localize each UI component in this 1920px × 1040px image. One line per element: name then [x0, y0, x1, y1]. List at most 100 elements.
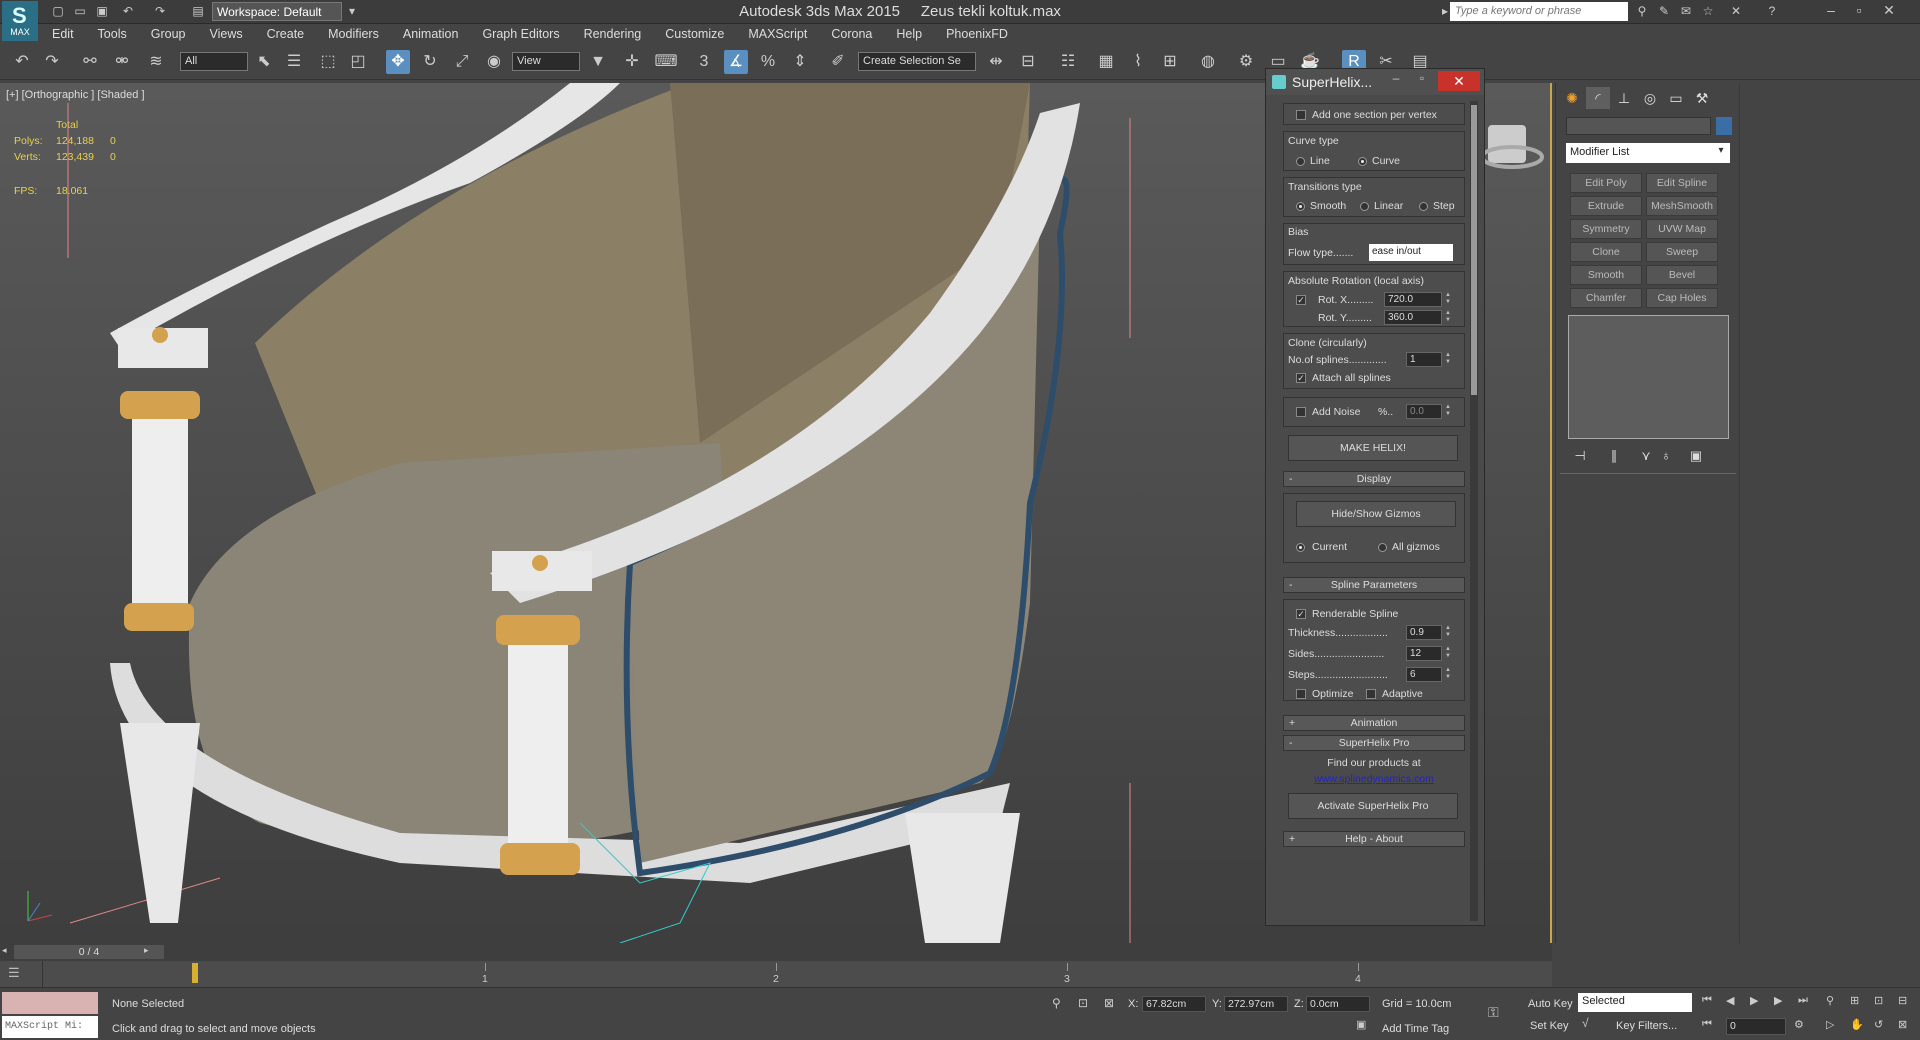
close-window-button[interactable]: ✕: [1876, 0, 1902, 20]
thickness-spinner[interactable]: ▲ ▼: [1444, 625, 1452, 640]
make-unique-icon[interactable]: ⋎: [1636, 448, 1656, 466]
help-search-input[interactable]: Type a keyword or phrase: [1450, 2, 1628, 21]
window-crossing-icon[interactable]: ◰: [346, 50, 370, 74]
key-mode-toggle-icon[interactable]: ⏮: [1702, 1018, 1718, 1034]
isolate-selection-icon[interactable]: ⚲: [1052, 996, 1068, 1012]
steps-input[interactable]: 6: [1406, 667, 1442, 682]
modifier-button-chamfer[interactable]: Chamfer: [1570, 288, 1642, 308]
adaptive-checkbox[interactable]: [1366, 689, 1376, 699]
display-all-radio[interactable]: [1378, 543, 1387, 552]
z-coord-input[interactable]: 0.0cm: [1306, 996, 1370, 1012]
undo-icon[interactable]: ↶: [10, 50, 34, 74]
activate-pro-button[interactable]: Activate SuperHelix Pro: [1288, 793, 1458, 819]
align-icon[interactable]: ⊟: [1016, 50, 1040, 74]
link-icon[interactable]: ⚯: [78, 50, 102, 74]
modifier-button-symmetry[interactable]: Symmetry: [1570, 219, 1642, 239]
modifier-button-uvw-map[interactable]: UVW Map: [1646, 219, 1718, 239]
modifier-button-meshsmooth[interactable]: MeshSmooth: [1646, 196, 1718, 216]
splines-count-spinner[interactable]: ▲ ▼: [1444, 352, 1452, 367]
help-icon[interactable]: ?: [1764, 3, 1780, 19]
superhelix-pro-rollout[interactable]: - SuperHelix Pro: [1283, 735, 1465, 751]
favorites-icon[interactable]: ☆: [1700, 3, 1716, 19]
render-setup-icon[interactable]: ⚙: [1234, 50, 1258, 74]
menu-tools[interactable]: Tools: [86, 24, 139, 44]
auto-key-button[interactable]: Auto Key: [1528, 998, 1573, 1010]
menu-maxscript[interactable]: MAXScript: [736, 24, 819, 44]
zoom-extents-icon[interactable]: ⊡: [1874, 994, 1890, 1010]
time-slider[interactable]: 0 / 4: [14, 945, 164, 959]
maxscript-mini-listener[interactable]: MAXScript Mi:: [2, 1016, 98, 1038]
add-noise-checkbox[interactable]: [1296, 407, 1306, 417]
object-color-swatch[interactable]: [1716, 117, 1732, 135]
graphite-ribbon-icon[interactable]: ▦: [1094, 50, 1118, 74]
menu-phoenixfd[interactable]: PhoenixFD: [934, 24, 1020, 44]
modifier-button-smooth[interactable]: Smooth: [1570, 265, 1642, 285]
rotate-icon[interactable]: ↻: [418, 50, 442, 74]
zoom-icon[interactable]: ⚲: [1826, 994, 1842, 1010]
modifier-button-sweep[interactable]: Sweep: [1646, 242, 1718, 262]
pro-website-link[interactable]: www.splinedynamics.com: [1283, 773, 1465, 785]
pivot-center-icon[interactable]: ▼: [586, 50, 610, 74]
splines-count-input[interactable]: 1: [1406, 352, 1442, 367]
modifier-list-chevron-icon[interactable]: ▾: [1714, 145, 1728, 161]
modifier-button-edit-poly[interactable]: Edit Poly: [1570, 173, 1642, 193]
transition-step-radio[interactable]: [1419, 202, 1428, 211]
pin-stack-icon[interactable]: ⊣: [1570, 448, 1590, 466]
previous-frame-icon[interactable]: ◀: [1726, 994, 1742, 1010]
schematic-view-icon[interactable]: ⊞: [1158, 50, 1182, 74]
subscription-icon[interactable]: ✎: [1656, 3, 1672, 19]
make-helix-button[interactable]: MAKE HELIX!: [1288, 435, 1458, 461]
next-frame-icon[interactable]: ▶: [1774, 994, 1790, 1010]
key-filters-icon[interactable]: √: [1582, 1016, 1600, 1034]
pan-icon[interactable]: ✋: [1850, 1018, 1866, 1034]
maximize-viewport-icon[interactable]: ⊠: [1898, 1018, 1914, 1034]
help-about-rollout[interactable]: + Help - About: [1283, 831, 1465, 847]
track-bar[interactable]: ☰ 1 2 3 4: [0, 961, 1552, 987]
display-current-radio[interactable]: [1296, 543, 1305, 552]
modifier-stack[interactable]: [1568, 315, 1729, 439]
x-coord-input[interactable]: 67.82cm: [1142, 996, 1206, 1012]
go-to-start-icon[interactable]: ⏮: [1702, 994, 1718, 1010]
percent-snap-icon[interactable]: %: [756, 50, 780, 74]
configure-sets-icon[interactable]: ▣: [1686, 448, 1706, 466]
show-end-result-icon[interactable]: ∥: [1604, 448, 1624, 466]
steps-spinner[interactable]: ▲ ▼: [1444, 667, 1452, 682]
set-key-button[interactable]: Set Key: [1530, 1020, 1569, 1032]
sides-spinner[interactable]: ▲ ▼: [1444, 646, 1452, 661]
remove-modifier-icon[interactable]: ♁: [1656, 448, 1676, 466]
field-of-view-icon[interactable]: ▷: [1826, 1018, 1842, 1034]
current-frame-input[interactable]: 0: [1726, 1018, 1786, 1035]
noise-percent-spinner[interactable]: ▲ ▼: [1444, 404, 1452, 419]
menu-rendering[interactable]: Rendering: [572, 24, 654, 44]
noise-percent-input[interactable]: 0.0: [1406, 404, 1442, 419]
time-next-arrow-icon[interactable]: ▸: [144, 945, 154, 959]
display-rollout[interactable]: - Display: [1283, 471, 1465, 487]
spline-parameters-rollout[interactable]: - Spline Parameters: [1283, 577, 1465, 593]
move-icon[interactable]: ✥: [386, 50, 410, 74]
bind-space-warp-icon[interactable]: ≋: [144, 50, 168, 74]
go-to-end-icon[interactable]: ⏭: [1798, 994, 1814, 1010]
menu-graph-editors[interactable]: Graph Editors: [470, 24, 571, 44]
rotation-x-input[interactable]: 720.0: [1384, 292, 1442, 307]
app-logo[interactable]: S MAX: [2, 1, 38, 41]
renderable-spline-checkbox[interactable]: ✓: [1296, 609, 1306, 619]
flow-type-dropdown[interactable]: ease in/out: [1369, 244, 1453, 261]
object-name-field[interactable]: [1566, 117, 1711, 135]
rotation-x-spinner[interactable]: ▲ ▼: [1444, 292, 1452, 307]
select-manipulate-icon[interactable]: ✛: [620, 50, 644, 74]
add-section-checkbox[interactable]: [1296, 110, 1306, 120]
menu-customize[interactable]: Customize: [653, 24, 736, 44]
keyboard-shortcut-icon[interactable]: ⌨: [654, 50, 678, 74]
attach-splines-checkbox[interactable]: ✓: [1296, 373, 1306, 383]
y-coord-input[interactable]: 272.97cm: [1224, 996, 1288, 1012]
material-editor-icon[interactable]: ◍: [1196, 50, 1220, 74]
unlink-icon[interactable]: ⚮: [110, 50, 134, 74]
menu-edit[interactable]: Edit: [40, 24, 86, 44]
spinner-snap-icon[interactable]: ⇕: [788, 50, 812, 74]
menu-group[interactable]: Group: [139, 24, 198, 44]
absolute-mode-icon[interactable]: ⊠: [1104, 996, 1120, 1012]
time-tag-icon[interactable]: ▣: [1356, 1018, 1372, 1034]
dialog-scroll-thumb[interactable]: [1471, 105, 1477, 395]
transition-linear-radio[interactable]: [1360, 202, 1369, 211]
menu-modifiers[interactable]: Modifiers: [316, 24, 391, 44]
